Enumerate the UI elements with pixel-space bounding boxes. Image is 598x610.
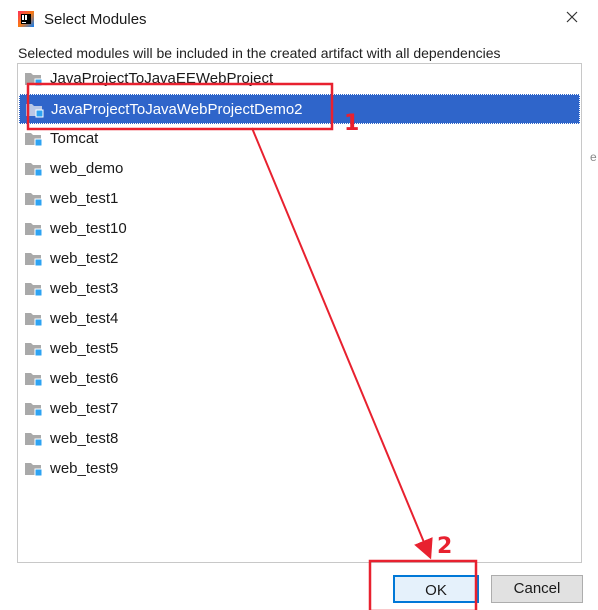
title-bar: Select Modules xyxy=(0,0,598,40)
module-label: web_test3 xyxy=(50,280,119,297)
module-item[interactable]: web_test1 xyxy=(19,184,580,214)
module-folder-icon xyxy=(25,401,43,417)
module-label: web_test1 xyxy=(50,190,119,207)
window-title: Select Modules xyxy=(44,11,147,28)
close-button[interactable] xyxy=(558,6,586,32)
module-folder-icon xyxy=(26,102,44,118)
module-item[interactable]: web_test9 xyxy=(19,454,580,484)
module-label: web_test10 xyxy=(50,220,127,237)
module-item[interactable]: web_test7 xyxy=(19,394,580,424)
module-item[interactable]: web_test10 xyxy=(19,214,580,244)
module-folder-icon xyxy=(25,221,43,237)
module-list[interactable]: JavaProjectToJavaEEWebProject JavaProject… xyxy=(17,63,582,563)
module-folder-icon xyxy=(25,341,43,357)
close-icon xyxy=(566,10,578,28)
module-item[interactable]: JavaProjectToJavaEEWebProject xyxy=(19,64,580,94)
module-folder-icon xyxy=(25,191,43,207)
module-label: Tomcat xyxy=(50,130,99,147)
module-item[interactable]: web_test3 xyxy=(19,274,580,304)
module-label: JavaProjectToJavaEEWebProject xyxy=(50,70,274,87)
module-folder-icon xyxy=(25,371,43,387)
module-label: JavaProjectToJavaWebProjectDemo2 xyxy=(51,101,303,118)
cancel-button[interactable]: Cancel xyxy=(491,575,583,603)
module-folder-icon xyxy=(25,161,43,177)
module-item[interactable]: JavaProjectToJavaWebProjectDemo2 xyxy=(19,94,580,124)
module-item[interactable]: web_test8 xyxy=(19,424,580,454)
annotation-step-2-label: 2 xyxy=(437,534,453,559)
module-label: web_test7 xyxy=(50,400,119,417)
module-folder-icon xyxy=(25,131,43,147)
module-folder-icon xyxy=(25,251,43,267)
module-item[interactable]: Tomcat xyxy=(19,124,580,154)
module-label: web_test4 xyxy=(50,310,119,327)
module-item[interactable]: web_test4 xyxy=(19,304,580,334)
module-folder-icon xyxy=(25,71,43,87)
module-item[interactable]: web_test2 xyxy=(19,244,580,274)
intellij-idea-icon xyxy=(18,11,34,27)
ok-button[interactable]: OK xyxy=(393,575,479,603)
background-edge-glyph: e xyxy=(590,150,597,164)
module-label: web_demo xyxy=(50,160,124,177)
select-modules-dialog: Select Modules Selected modules will be … xyxy=(0,0,598,610)
module-label: web_test8 xyxy=(50,430,119,447)
annotation-step-1-label: 1 xyxy=(344,111,360,136)
module-label: web_test2 xyxy=(50,250,119,267)
module-item[interactable]: web_test5 xyxy=(19,334,580,364)
module-item[interactable]: web_demo xyxy=(19,154,580,184)
module-folder-icon xyxy=(25,461,43,477)
module-item[interactable]: web_test6 xyxy=(19,364,580,394)
module-label: web_test5 xyxy=(50,340,119,357)
module-folder-icon xyxy=(25,311,43,327)
module-folder-icon xyxy=(25,431,43,447)
dialog-description: Selected modules will be included in the… xyxy=(18,45,501,61)
module-label: web_test6 xyxy=(50,370,119,387)
module-label: web_test9 xyxy=(50,460,119,477)
module-folder-icon xyxy=(25,281,43,297)
